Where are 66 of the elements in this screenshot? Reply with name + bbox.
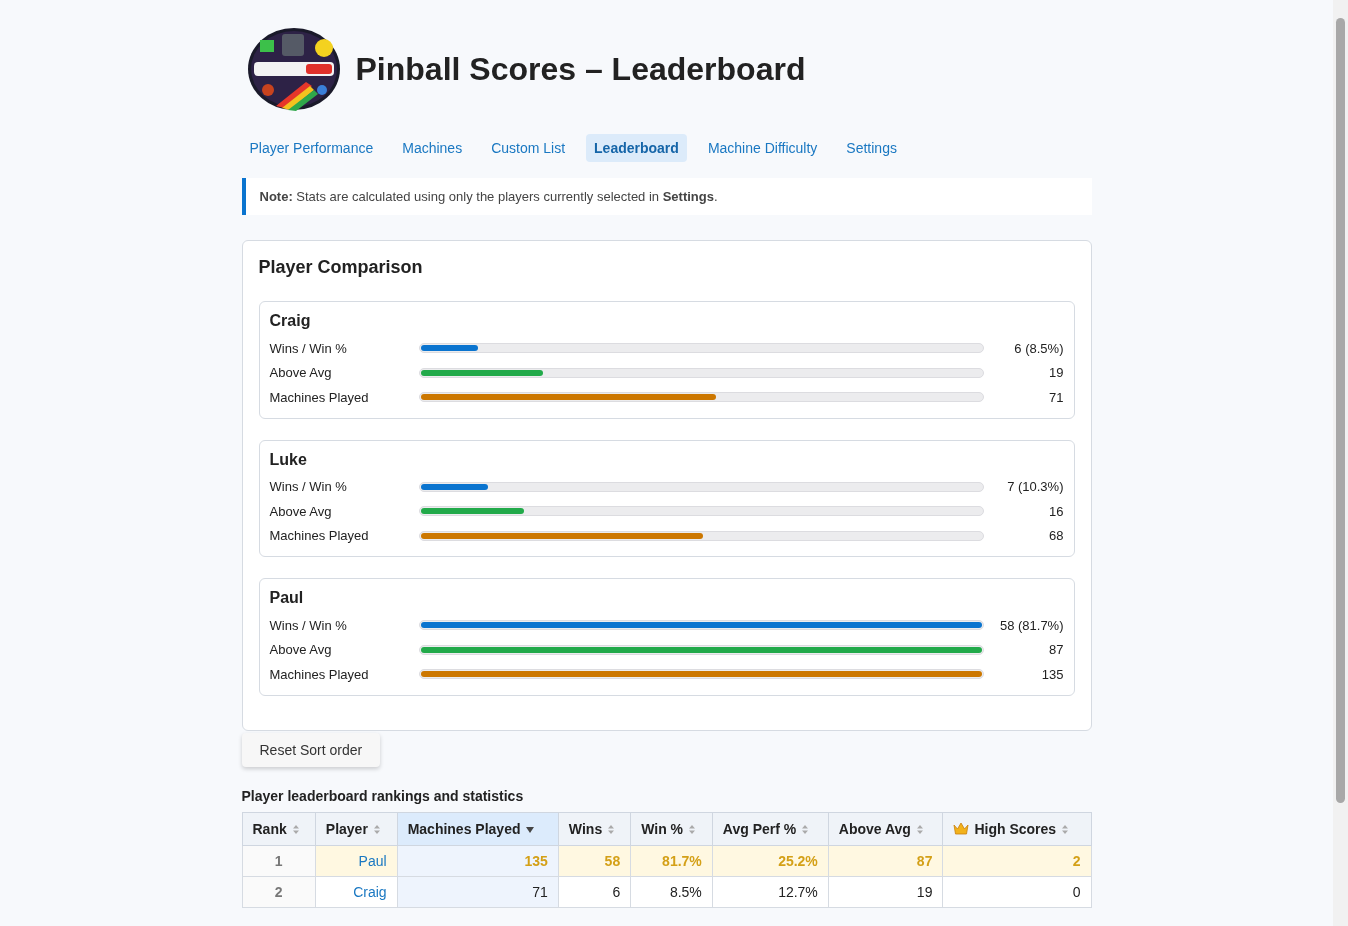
metric-value: 19	[1048, 365, 1064, 381]
column-header[interactable]: Wins	[558, 812, 631, 845]
nav-tab[interactable]: Machines	[394, 134, 471, 162]
sort-descending-icon	[526, 826, 535, 833]
metric-label: Wins / Win %	[269, 479, 348, 495]
metric-value: 7 (10.3%)	[1006, 479, 1064, 495]
sort-icon	[373, 825, 380, 835]
player-link[interactable]: Craig	[353, 883, 387, 900]
metric-value: 58 (81.7%)	[998, 617, 1064, 633]
table-cell: 2	[942, 845, 1091, 876]
metric-value: 68	[1048, 528, 1064, 544]
table-cell: 25.2%	[712, 845, 829, 876]
player-name: Craig	[269, 312, 312, 330]
table-cell: 6	[558, 876, 631, 907]
metric-label: Above Avg	[269, 365, 333, 381]
nav-tab[interactable]: Custom List	[483, 134, 574, 162]
column-header[interactable]: Avg Perf %	[712, 812, 829, 845]
metric-value: 16	[1048, 503, 1064, 519]
column-header[interactable]: Win %	[630, 812, 713, 845]
table-cell: 81.7%	[630, 845, 713, 876]
player-name: Luke	[269, 450, 308, 469]
table-cell: 19	[828, 876, 943, 907]
table-cell: 71	[397, 876, 559, 907]
metric-label: Above Avg	[269, 503, 333, 519]
sort-icon	[608, 825, 615, 835]
sort-icon	[292, 825, 299, 835]
sort-icon	[1062, 825, 1069, 835]
nav-tab[interactable]: Settings	[838, 134, 905, 162]
page-title: Pinball Scores – Leaderboard	[355, 50, 806, 88]
table-cell: 1	[242, 845, 316, 876]
player-link[interactable]: Paul	[358, 852, 387, 869]
table-cell: 58	[558, 845, 631, 876]
reset-sort-button[interactable]: Reset Sort order	[241, 732, 381, 767]
table-cell: 87	[828, 845, 943, 876]
nav-tab[interactable]: Leaderboard	[586, 134, 687, 162]
scrollbar[interactable]	[1333, 0, 1348, 926]
sort-icon	[802, 825, 809, 835]
sort-icon	[916, 825, 923, 835]
nav-tab[interactable]: Player Performance	[241, 134, 382, 162]
metric-label: Wins / Win %	[269, 340, 348, 356]
card-title: Player Comparison	[258, 257, 424, 278]
table-cell: 0	[942, 876, 1091, 907]
sort-icon	[689, 825, 696, 835]
crown-icon	[953, 821, 970, 836]
metric-value: 6 (8.5%)	[1013, 340, 1064, 356]
player-name: Paul	[269, 589, 305, 607]
metric-label: Above Avg	[269, 642, 333, 658]
table-caption: Player leaderboard rankings and statistics	[241, 787, 525, 804]
table-cell: 8.5%	[630, 876, 713, 907]
column-header[interactable]: High Scores	[942, 812, 1091, 845]
column-header[interactable]: Machines Played	[397, 812, 559, 845]
metric-label: Machines Played	[269, 666, 370, 682]
table-cell: 2	[242, 876, 316, 907]
column-header[interactable]: Above Avg	[828, 812, 943, 845]
metric-label: Machines Played	[269, 389, 370, 405]
column-header[interactable]: Player	[315, 812, 398, 845]
metric-value: 135	[1040, 666, 1064, 682]
metric-label: Machines Played	[269, 528, 370, 544]
nav-tab[interactable]: Machine Difficulty	[699, 134, 826, 162]
column-header[interactable]: Rank	[242, 812, 316, 845]
metric-value: 87	[1048, 642, 1064, 658]
table-cell: 12.7%	[712, 876, 829, 907]
note-text: Note: Stats are calculated using only the players currently selected in Settings.	[241, 178, 1092, 215]
metric-value: 71	[1048, 389, 1064, 405]
metric-label: Wins / Win %	[269, 617, 348, 633]
table-cell: 135	[397, 845, 559, 876]
